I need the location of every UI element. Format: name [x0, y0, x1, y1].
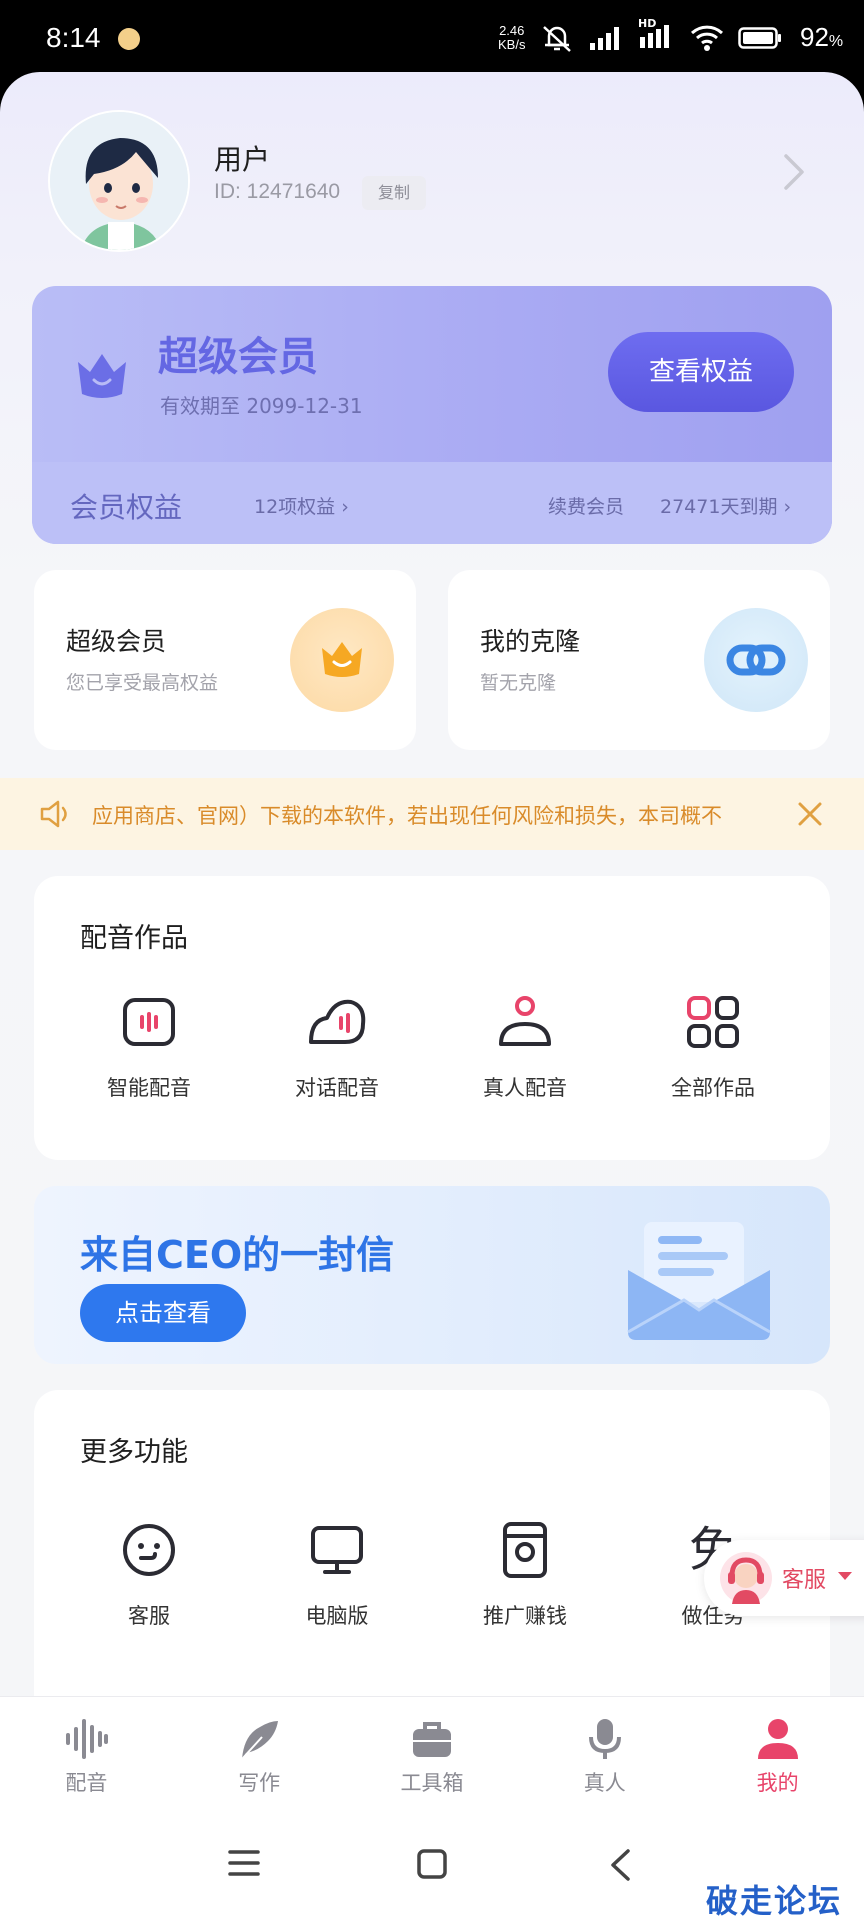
grid-item-all-works[interactable]: 全部作品 — [628, 990, 798, 1102]
avatar[interactable] — [48, 110, 190, 252]
notification-icon — [118, 28, 140, 50]
person-icon — [757, 1719, 798, 1759]
grid-item-label: 真人配音 — [483, 1076, 567, 1100]
grid-item-label: 全部作品 — [671, 1076, 755, 1100]
grid-item-label: 对话配音 — [295, 1076, 379, 1100]
grid-item-dialogue-dubbing[interactable]: 对话配音 — [252, 990, 422, 1102]
notice-bar: 应用商店、官网）下载的本软件，若出现任何风险和损失，本司概不 — [0, 778, 864, 850]
tab-label: 我的 — [756, 1771, 799, 1795]
desktop-icon — [311, 1526, 363, 1574]
back-icon[interactable] — [608, 1848, 632, 1882]
ceo-letter-banner[interactable]: 来自CEO的一封信 点击查看 — [34, 1186, 830, 1364]
home-icon[interactable] — [416, 1848, 448, 1880]
notice-text: 应用商店、官网）下载的本软件，若出现任何风险和损失，本司概不 — [92, 804, 722, 828]
grid-item-label: 智能配音 — [107, 1076, 191, 1100]
chevron-right-icon[interactable] — [782, 152, 806, 192]
mute-bell-icon — [543, 25, 571, 52]
my-clone-card[interactable]: 我的克隆 暂无克隆 — [448, 570, 830, 750]
battery-icon — [738, 26, 781, 49]
smart-dubbing-icon — [123, 998, 175, 1046]
network-speed: 2.46 KB/s — [498, 24, 525, 52]
vip-rights-count-link[interactable]: 12项权益 › — [254, 492, 349, 519]
crown-icon — [78, 354, 126, 398]
grid-item-promote[interactable]: 推广赚钱 — [440, 1518, 610, 1630]
envelope-icon — [627, 1222, 771, 1340]
dubbing-works-card: 配音作品 智能配音 对话配音 真人配音 全部作品 — [34, 876, 830, 1160]
network-speed-value: 2.46 — [499, 23, 525, 38]
copy-id-button[interactable]: 复制 — [362, 176, 426, 210]
vip-expire-date: 有效期至 2099-12-31 — [160, 394, 363, 418]
super-vip-card[interactable]: 超级会员 您已享受最高权益 — [34, 570, 416, 750]
section-title: 更多功能 — [80, 1437, 188, 1468]
wifi-icon — [690, 25, 724, 51]
ceo-letter-title: 来自CEO的一封信 — [80, 1233, 395, 1277]
battery-percent: 92% — [800, 22, 843, 53]
clone-link-icon — [704, 608, 808, 712]
tab-mine[interactable]: 我的 — [691, 1697, 864, 1804]
hd-label: HD — [638, 16, 657, 30]
vip-title: 超级会员 — [158, 334, 318, 380]
feature-card-subtitle: 您已享受最高权益 — [66, 672, 219, 694]
vip-rights-bar: 会员权益 12项权益 › 续费会员 27471天到期 › — [32, 462, 832, 544]
grid-item-human-dubbing[interactable]: 真人配音 — [440, 990, 610, 1102]
grid-item-label: 客服 — [128, 1604, 170, 1628]
close-icon[interactable] — [796, 800, 824, 828]
tab-label: 配音 — [65, 1771, 108, 1795]
waveform-icon — [66, 1719, 109, 1759]
section-title: 配音作品 — [80, 923, 188, 954]
network-speed-unit: KB/s — [498, 37, 526, 52]
grid-item-label: 电脑版 — [305, 1604, 369, 1628]
vip-rights-label: 会员权益 — [70, 491, 183, 524]
status-icons: HD 92% — [540, 17, 843, 53]
gold-crown-icon — [290, 608, 394, 712]
microphone-icon — [588, 1719, 621, 1759]
vip-days-left-link[interactable]: 27471天到期 › — [660, 492, 791, 519]
battery-unit: % — [828, 33, 844, 50]
feature-card-subtitle: 暂无克隆 — [480, 672, 557, 694]
grid-item-smart-dubbing[interactable]: 智能配音 — [64, 990, 234, 1102]
battery-value: 92 — [800, 22, 829, 52]
tab-label: 真人 — [583, 1771, 626, 1795]
tab-label: 工具箱 — [400, 1771, 464, 1795]
menu-icon[interactable] — [228, 1848, 260, 1878]
service-agent-icon — [720, 1552, 772, 1604]
bottom-tab-bar: 配音 写作 工具箱 真人 我的 — [0, 1696, 864, 1804]
all-works-icon — [687, 996, 739, 1048]
caret-down-icon — [838, 1572, 852, 1580]
human-dubbing-icon — [499, 996, 551, 1046]
toolbox-icon — [412, 1722, 451, 1757]
username: 用户 — [214, 143, 271, 176]
feather-icon — [241, 1721, 279, 1760]
hd-signal: HD — [638, 17, 676, 53]
promote-icon — [503, 1522, 547, 1578]
tab-toolbox[interactable]: 工具箱 — [346, 1697, 519, 1804]
renew-vip-link[interactable]: 续费会员 — [548, 492, 624, 519]
grid-item-customer-service[interactable]: 客服 — [64, 1518, 234, 1630]
user-id: ID: 12471640 — [214, 180, 341, 203]
feature-card-title: 超级会员 — [66, 627, 167, 656]
status-time: 8:14 — [46, 22, 101, 53]
system-navigation-bar: 破走论坛 — [0, 1804, 864, 1920]
tab-human[interactable]: 真人 — [518, 1697, 691, 1804]
vip-card[interactable]: 超级会员 有效期至 2099-12-31 查看权益 会员权益 12项权益 › 续… — [32, 286, 832, 544]
avatar-illustration — [50, 112, 188, 250]
view-letter-button[interactable]: 点击查看 — [80, 1284, 246, 1342]
tab-label: 写作 — [238, 1771, 281, 1795]
dialogue-dubbing-icon — [309, 999, 366, 1044]
grid-item-label: 推广赚钱 — [483, 1604, 567, 1628]
feature-card-title: 我的克隆 — [480, 627, 581, 656]
view-benefits-button[interactable]: 查看权益 — [608, 332, 794, 412]
signal-icon — [590, 26, 619, 50]
grid-item-desktop[interactable]: 电脑版 — [252, 1518, 422, 1630]
speaker-icon — [40, 800, 67, 828]
floating-service-button[interactable]: 客服 — [704, 1540, 864, 1616]
floating-service-label: 客服 — [782, 1568, 827, 1593]
customer-service-icon — [123, 1524, 175, 1576]
tab-dubbing[interactable]: 配音 — [0, 1697, 173, 1804]
tab-writing[interactable]: 写作 — [173, 1697, 346, 1804]
status-bar: 8:14 2.46 KB/s HD 92% — [0, 0, 864, 78]
watermark: 破走论坛 — [706, 1882, 843, 1920]
profile-page: 用户 ID: 12471640 复制 超级会员 有效期至 2099-12-31 … — [0, 72, 864, 1920]
